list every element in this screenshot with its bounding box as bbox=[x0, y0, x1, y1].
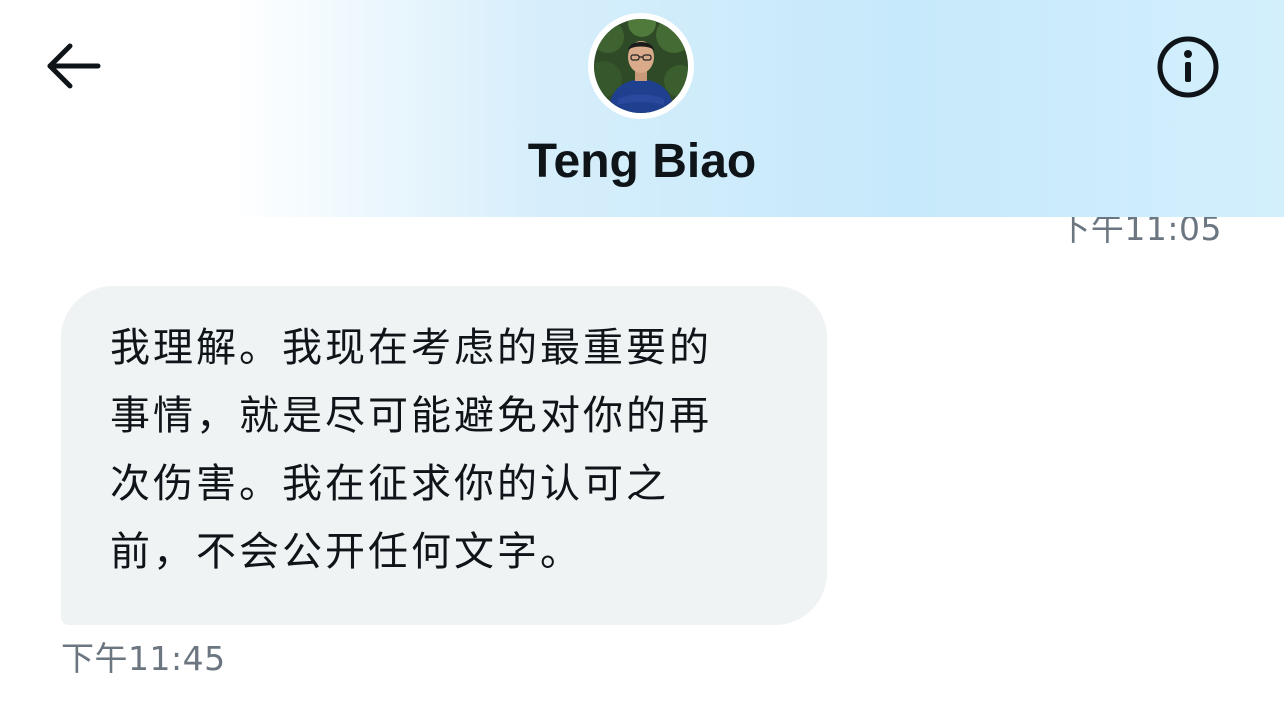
info-circle-icon bbox=[1156, 35, 1220, 103]
info-button[interactable] bbox=[1154, 35, 1222, 103]
message-text-line: 前，不会公开任何文字。 bbox=[110, 529, 583, 575]
message-bubble-incoming[interactable]: 我理解。我现在考虑的最重要的 事情，就是尽可能避免对你的再 次伤害。我在征求你的… bbox=[61, 286, 827, 625]
back-button[interactable] bbox=[42, 36, 106, 100]
message-text-line: 我理解。我现在考虑的最重要的 bbox=[110, 325, 712, 371]
arrow-left-icon bbox=[46, 42, 102, 94]
message-text: 我理解。我现在考虑的最重要的 事情，就是尽可能避免对你的再 次伤害。我在征求你的… bbox=[110, 314, 787, 586]
message-text-line: 次伤害。我在征求你的认可之 bbox=[110, 461, 669, 507]
avatar-photo bbox=[594, 19, 688, 113]
dm-conversation-screen: 下午11:05 Teng Biao 我理解。我现在考虑的最重要的 事情，就是尽可… bbox=[0, 0, 1284, 706]
message-timestamp: 下午11:45 bbox=[61, 639, 226, 678]
avatar[interactable] bbox=[588, 13, 694, 119]
contact-name[interactable]: Teng Biao bbox=[0, 132, 1284, 192]
conversation-header: Teng Biao bbox=[0, 0, 1284, 217]
message-text-line: 事情，就是尽可能避免对你的再 bbox=[110, 393, 712, 439]
